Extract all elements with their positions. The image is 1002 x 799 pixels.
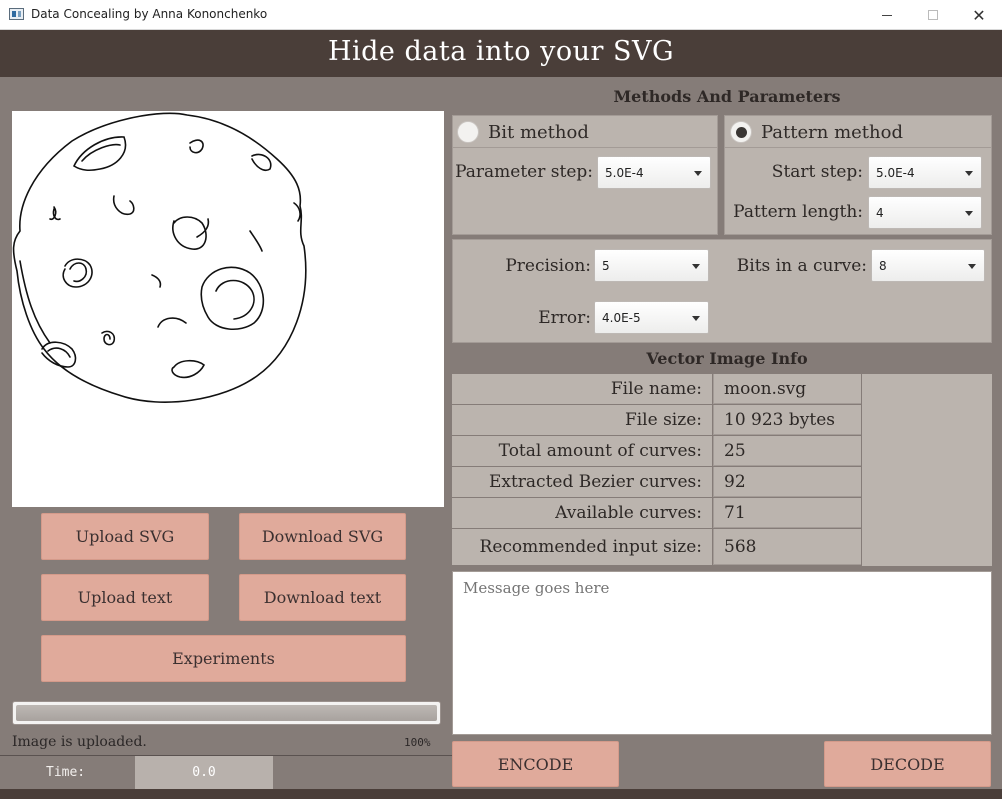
message-textarea[interactable] bbox=[452, 571, 992, 735]
progress-percent: 100% bbox=[404, 736, 431, 749]
app-icon bbox=[9, 8, 24, 20]
chevron-down-icon bbox=[965, 171, 973, 176]
parameter-step-value: 5.0E-4 bbox=[605, 165, 644, 180]
status-text: Image is uploaded. bbox=[12, 734, 147, 750]
bit-method-label: Bit method bbox=[488, 121, 589, 143]
app-header: Hide data into your SVG bbox=[0, 30, 1002, 77]
decode-button[interactable]: DECODE bbox=[824, 741, 991, 787]
upload-text-button[interactable]: Upload text bbox=[41, 574, 209, 621]
close-button[interactable]: ✕ bbox=[956, 0, 1002, 30]
start-step-value: 5.0E-4 bbox=[876, 165, 915, 180]
pattern-length-label: Pattern length: bbox=[733, 202, 863, 222]
window-title: Data Concealing by Anna Kononchenko bbox=[31, 7, 268, 21]
close-icon: ✕ bbox=[972, 5, 986, 25]
time-label: Time: bbox=[46, 765, 86, 780]
error-value: 4.0E-5 bbox=[602, 310, 641, 325]
start-step-select[interactable]: 5.0E-4 bbox=[868, 156, 982, 189]
table-row: File size: 10 923 bytes bbox=[452, 405, 862, 436]
parameter-step-select[interactable]: 5.0E-4 bbox=[597, 156, 711, 189]
parameter-step-label: Parameter step: bbox=[455, 162, 593, 182]
vector-info-background bbox=[862, 374, 992, 566]
chevron-down-icon bbox=[692, 264, 700, 269]
precision-label: Precision: bbox=[505, 256, 591, 276]
table-row: Extracted Bezier curves: 92 bbox=[452, 467, 862, 498]
progress-fill bbox=[16, 705, 437, 721]
methods-section-title: Methods And Parameters bbox=[613, 87, 841, 106]
pattern-length-select[interactable]: 4 bbox=[868, 196, 982, 229]
page-title: Hide data into your SVG bbox=[327, 36, 675, 67]
pattern-length-value: 4 bbox=[876, 205, 884, 220]
info-key-total-curves: Total amount of curves: bbox=[452, 436, 712, 466]
error-select[interactable]: 4.0E-5 bbox=[594, 301, 709, 334]
table-row: Recommended input size: 568 bbox=[452, 529, 862, 565]
info-value-total-curves: 25 bbox=[713, 436, 861, 466]
download-svg-button[interactable]: Download SVG bbox=[239, 513, 406, 560]
info-key-recommended-size: Recommended input size: bbox=[452, 529, 712, 565]
error-label: Error: bbox=[538, 308, 591, 328]
minimize-icon bbox=[882, 14, 892, 16]
download-text-button[interactable]: Download text bbox=[239, 574, 406, 621]
table-row: Available curves: 71 bbox=[452, 498, 862, 529]
chevron-down-icon bbox=[692, 316, 700, 321]
vector-info-title: Vector Image Info bbox=[646, 349, 808, 368]
info-value-recommended-size: 568 bbox=[713, 529, 861, 565]
info-key-file-size: File size: bbox=[452, 405, 712, 435]
info-value-extracted-bezier: 92 bbox=[713, 467, 861, 497]
bit-method-radio-row[interactable]: Bit method bbox=[457, 121, 589, 143]
moon-outline bbox=[12, 112, 307, 403]
bits-in-curve-value: 8 bbox=[879, 258, 887, 273]
info-value-available-curves: 71 bbox=[713, 498, 861, 528]
table-row: Total amount of curves: 25 bbox=[452, 436, 862, 467]
precision-select[interactable]: 5 bbox=[594, 249, 709, 282]
start-step-label: Start step: bbox=[771, 162, 863, 182]
chevron-down-icon bbox=[968, 264, 976, 269]
time-field: 0.0 bbox=[135, 756, 273, 789]
moon-outline-inner bbox=[19, 260, 51, 344]
precision-value: 5 bbox=[602, 258, 610, 273]
pattern-method-radio-row[interactable]: Pattern method bbox=[730, 121, 903, 143]
bits-in-curve-label: Bits in a curve: bbox=[736, 256, 867, 276]
info-key-file-name: File name: bbox=[452, 374, 712, 404]
info-key-available-curves: Available curves: bbox=[452, 498, 712, 528]
minimize-button[interactable] bbox=[864, 0, 910, 30]
info-value-file-name: moon.svg bbox=[713, 374, 861, 404]
info-key-extracted-bezier: Extracted Bezier curves: bbox=[452, 467, 712, 497]
info-value-file-size: 10 923 bytes bbox=[713, 405, 861, 435]
chevron-down-icon bbox=[965, 211, 973, 216]
window-titlebar: Data Concealing by Anna Kononchenko ✕ bbox=[0, 0, 1002, 30]
experiments-button[interactable]: Experiments bbox=[41, 635, 406, 682]
upload-svg-button[interactable]: Upload SVG bbox=[41, 513, 209, 560]
maximize-button[interactable] bbox=[910, 0, 956, 30]
chevron-down-icon bbox=[694, 171, 702, 176]
pattern-method-label: Pattern method bbox=[761, 121, 903, 143]
bits-in-curve-select[interactable]: 8 bbox=[871, 249, 985, 282]
window-bottom-strip bbox=[0, 789, 1002, 799]
encode-button[interactable]: ENCODE bbox=[452, 741, 619, 787]
table-row: File name: moon.svg bbox=[452, 374, 862, 405]
maximize-icon bbox=[928, 10, 938, 20]
svg-preview-canvas bbox=[12, 111, 444, 507]
moon-drawing bbox=[12, 112, 307, 403]
bit-method-radio[interactable] bbox=[457, 121, 479, 143]
progress-bar bbox=[12, 701, 441, 725]
pattern-method-radio[interactable] bbox=[730, 121, 752, 143]
